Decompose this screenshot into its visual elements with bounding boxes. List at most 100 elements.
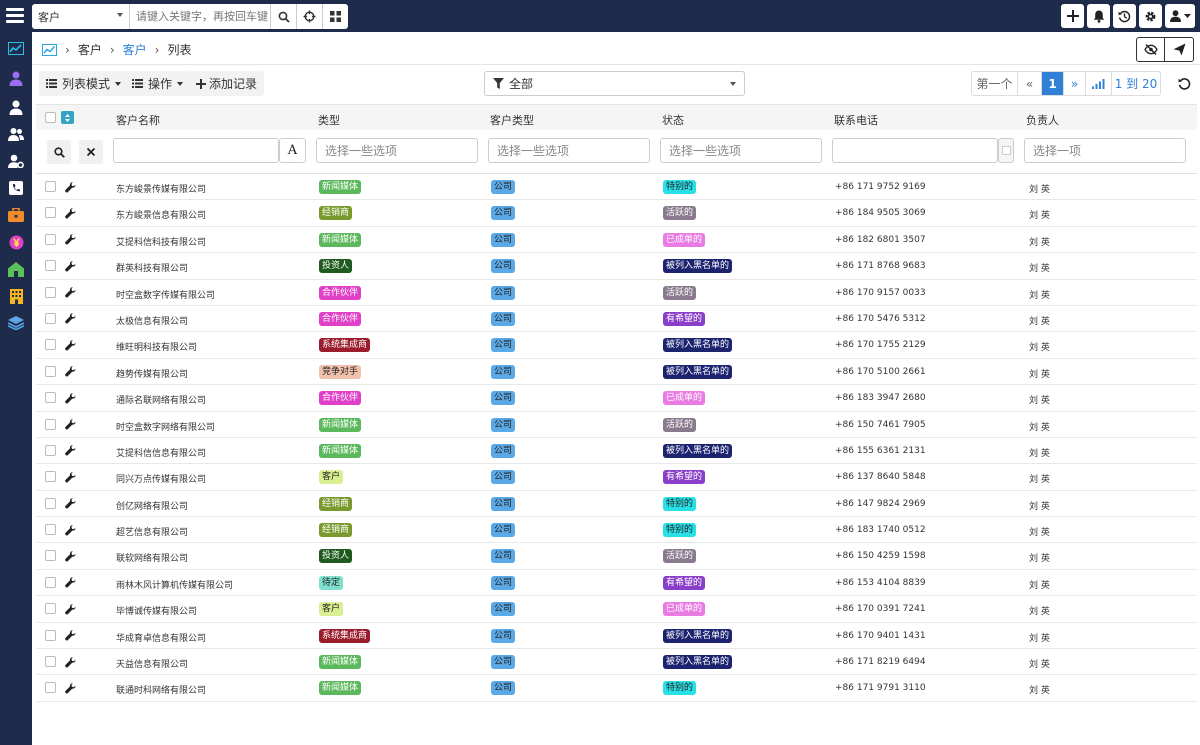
list-mode-button[interactable]: 列表模式	[39, 71, 129, 96]
row-edit-button[interactable]	[60, 415, 80, 435]
hide-button[interactable]	[1136, 37, 1165, 62]
table-row[interactable]: 太极信息有限公司 合作伙伴 公司 有希望的 +86 170 5476 5312 刘 英	[36, 306, 1197, 333]
filter-search-button[interactable]	[47, 140, 71, 164]
customer-name[interactable]: 联软网络有限公司	[116, 551, 188, 564]
notifications-button[interactable]	[1087, 4, 1110, 28]
row-edit-button[interactable]	[60, 546, 80, 566]
customer-name[interactable]: 超艺信息有限公司	[116, 525, 188, 538]
row-edit-button[interactable]	[60, 256, 80, 276]
customer-name[interactable]: 同兴万点传媒有限公司	[116, 472, 206, 485]
table-row[interactable]: 同兴万点传媒有限公司 客户 公司 有希望的 +86 137 8640 5848 刘 英	[36, 464, 1197, 491]
breadcrumb-level1[interactable]: 客户	[78, 41, 102, 58]
customer-name[interactable]: 天益信息有限公司	[116, 657, 188, 670]
page-prev-button[interactable]: «	[1018, 72, 1042, 95]
row-checkbox[interactable]	[45, 471, 56, 483]
add-record-button[interactable]: 添加记录	[189, 71, 265, 96]
row-edit-button[interactable]	[60, 388, 80, 408]
page-first-button[interactable]: 第一个	[972, 72, 1018, 95]
customer-name[interactable]: 华成育卓信息有限公司	[116, 631, 206, 644]
refresh-button[interactable]	[1171, 71, 1197, 96]
table-row[interactable]: 时空盒数字传媒有限公司 合作伙伴 公司 活跃的 +86 170 9157 0033 刘 英	[36, 280, 1197, 306]
row-checkbox[interactable]	[45, 656, 56, 668]
type-filter-select[interactable]: 选择一些选项	[316, 138, 478, 163]
column-header-owner[interactable]: 负责人	[1026, 112, 1059, 128]
sidebar-item-dashboard[interactable]	[0, 35, 32, 61]
customer-name[interactable]: 群英科技有限公司	[116, 261, 188, 274]
sidebar-item-buildings[interactable]	[0, 283, 32, 309]
page-current[interactable]: 1	[1042, 72, 1064, 95]
customer-name[interactable]: 雨林木风计算机传媒有限公司	[116, 578, 233, 591]
row-checkbox[interactable]	[45, 576, 56, 588]
table-row[interactable]: 华成育卓信息有限公司 系统集成商 公司 被列入黑名单的 +86 170 9401 143…	[36, 623, 1197, 650]
row-edit-button[interactable]	[60, 362, 80, 382]
row-edit-button[interactable]	[60, 599, 80, 619]
status-filter-select[interactable]: 选择一些选项	[660, 138, 822, 163]
row-checkbox[interactable]	[45, 682, 56, 694]
table-row[interactable]: 雨林木风计算机传媒有限公司 待定 公司 有希望的 +86 153 4104 8839 刘 …	[36, 570, 1197, 597]
actions-button[interactable]: 操作	[125, 71, 191, 96]
search-input[interactable]	[130, 4, 270, 29]
customer-name[interactable]: 趋势传媒有限公司	[116, 367, 188, 380]
table-row[interactable]: 东方峻景传媒有限公司 新闻媒体 公司 特别的 +86 171 9752 9169 刘 英	[36, 174, 1197, 201]
table-row[interactable]: 群英科技有限公司 投资人 公司 被列入黑名单的 +86 171 8768 9683 刘 英	[36, 253, 1197, 280]
table-row[interactable]: 联软网络有限公司 投资人 公司 活跃的 +86 150 4259 1598 刘 英	[36, 543, 1197, 570]
row-checkbox[interactable]	[45, 629, 56, 641]
row-edit-button[interactable]	[60, 652, 80, 672]
table-row[interactable]: 艾提科信信息有限公司 新闻媒体 公司 被列入黑名单的 +86 155 6361 2131…	[36, 438, 1197, 465]
row-checkbox[interactable]	[45, 286, 56, 298]
page-next-button[interactable]: »	[1064, 72, 1086, 95]
column-header-type[interactable]: 类型	[318, 112, 340, 128]
table-row[interactable]: 维旺明科技有限公司 系统集成商 公司 被列入黑名单的 +86 170 1755 2129…	[36, 332, 1197, 359]
row-checkbox[interactable]	[45, 365, 56, 377]
breadcrumb-level2[interactable]: 客户	[123, 41, 147, 58]
row-edit-button[interactable]	[60, 283, 80, 303]
table-row[interactable]: 时空盒数字网络有限公司 新闻媒体 公司 活跃的 +86 150 7461 7905 刘 英	[36, 412, 1197, 438]
filter-clear-button[interactable]	[79, 140, 103, 164]
history-button[interactable]	[1113, 4, 1136, 28]
send-button[interactable]	[1165, 37, 1194, 62]
column-header-phone[interactable]: 联系电话	[834, 112, 878, 128]
sidebar-item-opportunities[interactable]	[0, 202, 32, 228]
row-edit-button[interactable]	[60, 626, 80, 646]
customer-name[interactable]: 通际名联网络有限公司	[116, 393, 206, 406]
customer-name[interactable]: 时空盒数字网络有限公司	[116, 420, 215, 433]
customer-name[interactable]: 东方峻景传媒有限公司	[116, 182, 206, 195]
row-edit-button[interactable]	[60, 177, 80, 197]
row-checkbox[interactable]	[45, 392, 56, 404]
row-checkbox[interactable]	[45, 233, 56, 245]
sidebar-item-accounts[interactable]	[0, 65, 32, 91]
table-row[interactable]: 东方峻景信息有限公司 经销商 公司 活跃的 +86 184 9505 3069 刘 英	[36, 200, 1197, 227]
sort-button[interactable]	[61, 111, 74, 124]
row-edit-button[interactable]	[60, 494, 80, 514]
filter-select[interactable]: 全部	[484, 71, 745, 96]
crosshair-button[interactable]	[296, 4, 322, 29]
table-row[interactable]: 通际名联网络有限公司 合作伙伴 公司 已成单的 +86 183 3947 2680 刘 英	[36, 385, 1197, 412]
select-all-checkbox[interactable]	[45, 112, 56, 123]
row-checkbox[interactable]	[45, 207, 56, 219]
row-checkbox[interactable]	[45, 181, 56, 192]
owner-filter-select[interactable]: 选择一项	[1024, 138, 1186, 163]
column-header-status[interactable]: 状态	[662, 112, 684, 128]
row-checkbox[interactable]	[45, 444, 56, 456]
row-checkbox[interactable]	[45, 312, 56, 324]
row-edit-button[interactable]	[60, 230, 80, 250]
table-row[interactable]: 趋势传媒有限公司 竞争对手 公司 被列入黑名单的 +86 170 5100 2661 刘 …	[36, 359, 1197, 386]
name-filter-input[interactable]	[113, 138, 279, 163]
customer-name[interactable]: 东方峻景信息有限公司	[116, 208, 206, 221]
customer-name[interactable]: 联通时科网络有限公司	[116, 683, 206, 696]
row-edit-button[interactable]	[60, 441, 80, 461]
row-checkbox[interactable]	[45, 260, 56, 272]
customer-name[interactable]: 毕博诚传媒有限公司	[116, 604, 197, 617]
phone-filter-toggle[interactable]	[998, 138, 1014, 163]
phone-filter-checkbox[interactable]	[1002, 146, 1011, 155]
sidebar-item-users[interactable]	[0, 121, 32, 147]
table-row[interactable]: 联通时科网络有限公司 新闻媒体 公司 特别的 +86 171 9791 3110 刘 英	[36, 675, 1197, 702]
table-row[interactable]: 超艺信息有限公司 经销商 公司 特别的 +86 183 1740 0512 刘 英	[36, 517, 1197, 544]
sidebar-item-finance[interactable]	[0, 229, 32, 255]
row-checkbox[interactable]	[45, 603, 56, 615]
page-range[interactable]: 1 到 20	[1112, 72, 1160, 95]
phone-filter-input[interactable]	[832, 138, 998, 163]
customer-name[interactable]: 太极信息有限公司	[116, 314, 188, 327]
column-header-name[interactable]: 客户名称	[116, 112, 160, 128]
search-button[interactable]	[270, 4, 296, 29]
